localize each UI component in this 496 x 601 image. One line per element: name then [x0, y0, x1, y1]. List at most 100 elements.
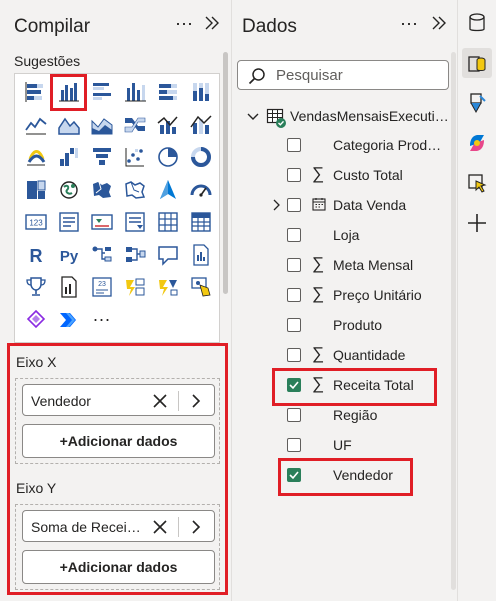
- kpi-icon: [90, 214, 113, 230]
- collapse-pane-icon[interactable]: [430, 14, 448, 32]
- visual-option-table-visual[interactable]: [151, 206, 184, 239]
- field-name: Data Venda: [333, 197, 407, 213]
- field-row[interactable]: Loja: [232, 221, 452, 251]
- visual-option-matrix-visual[interactable]: [184, 206, 217, 239]
- field-row[interactable]: ∑ Preço Unitário: [232, 281, 452, 311]
- collapse-pane-icon[interactable]: [203, 14, 221, 32]
- chevron-down-icon[interactable]: [246, 110, 260, 124]
- visual-option-funnel-chart[interactable]: [52, 141, 85, 174]
- visual-option-python-visual[interactable]: Py: [52, 239, 85, 272]
- visual-option-line-and-stacked-column-chart[interactable]: [184, 109, 217, 142]
- visual-option-shape-map[interactable]: [118, 174, 151, 207]
- remove-field-icon[interactable]: [152, 393, 168, 409]
- y-axis-field-pill[interactable]: Soma de Recei…: [22, 510, 215, 542]
- chevron-right-icon[interactable]: [188, 393, 204, 409]
- visual-option-stacked-bar-chart[interactable]: [19, 76, 52, 109]
- field-checkbox[interactable]: [287, 138, 301, 152]
- visual-option-stacked-column-chart[interactable]: [118, 76, 151, 109]
- visual-option-power-apps[interactable]: [151, 271, 184, 304]
- visual-option-multi-row-card[interactable]: [52, 206, 85, 239]
- visual-option-decomposition-tree[interactable]: [85, 239, 118, 272]
- visual-option-slicer[interactable]: [118, 206, 151, 239]
- visual-option-line-chart[interactable]: [19, 109, 52, 142]
- visual-option-100pct-stacked-bar-chart[interactable]: [151, 76, 184, 109]
- x-axis-field-pill[interactable]: Vendedor: [22, 384, 215, 416]
- add-pane-button[interactable]: [462, 208, 492, 238]
- visual-option-area-chart[interactable]: [52, 109, 85, 142]
- visual-option-pie-chart[interactable]: [151, 141, 184, 174]
- field-row[interactable]: Data Venda: [232, 191, 452, 221]
- table-node[interactable]: VendasMensaisExecuti…: [246, 106, 451, 128]
- visual-option-qa-visual[interactable]: [151, 239, 184, 272]
- data-pane-button[interactable]: [462, 48, 492, 78]
- field-checkbox[interactable]: [287, 438, 301, 452]
- field-row[interactable]: ∑ Custo Total: [232, 161, 452, 191]
- power-bi-side-panes: Compilar ⋯ Sugestões 123 R Py 23 ··· Eixo X …: [0, 0, 496, 601]
- visual-option-line-and-column-chart[interactable]: [151, 109, 184, 142]
- visual-option-more-visuals[interactable]: ···: [85, 304, 118, 337]
- visual-option-power-automate-chevron[interactable]: [52, 304, 85, 337]
- visual-option-filled-map[interactable]: [85, 174, 118, 207]
- field-checkbox[interactable]: [287, 408, 301, 422]
- visual-option-treemap[interactable]: [19, 174, 52, 207]
- visual-option-trophy[interactable]: [19, 271, 52, 304]
- power-apps-icon: [158, 280, 177, 297]
- visual-option-clustered-bar-chart[interactable]: [85, 76, 118, 109]
- visual-option-100pct-stacked-column-chart[interactable]: [184, 76, 217, 109]
- visual-option-column-stacked[interactable]: [85, 141, 118, 174]
- build-more-options-button[interactable]: ⋯: [175, 14, 194, 35]
- data-more-options-button[interactable]: ⋯: [400, 14, 419, 35]
- svg-text:Py: Py: [59, 248, 78, 265]
- field-checkbox[interactable]: [287, 318, 301, 332]
- chevron-right-icon[interactable]: [270, 199, 282, 211]
- y-axis-add-data-button[interactable]: +Adicionar dados: [22, 550, 215, 584]
- visual-option-clustered-column-chart[interactable]: [50, 74, 87, 111]
- database-button[interactable]: [462, 8, 492, 38]
- field-checkbox[interactable]: [287, 348, 301, 362]
- select-button[interactable]: [462, 168, 492, 198]
- field-checkbox[interactable]: [287, 198, 301, 212]
- visual-option-stacked-area-chart[interactable]: [85, 109, 118, 142]
- visual-option-report-page[interactable]: [52, 271, 85, 304]
- field-checkbox[interactable]: [287, 168, 301, 182]
- format-button[interactable]: [462, 88, 492, 118]
- field-checkbox[interactable]: [287, 258, 301, 272]
- chevron-right-icon[interactable]: [188, 519, 204, 535]
- copilot-button[interactable]: [462, 128, 492, 158]
- visual-option-donut-chart[interactable]: [184, 141, 217, 174]
- field-name: Categoria Prod…: [333, 137, 442, 153]
- visual-option-card[interactable]: 123: [19, 206, 52, 239]
- field-row[interactable]: Produto: [232, 311, 452, 341]
- search-box[interactable]: [237, 60, 449, 90]
- visual-option-waterfall-chart[interactable]: [19, 141, 52, 174]
- field-checkbox[interactable]: [287, 228, 301, 242]
- visual-option-globe-map[interactable]: [52, 174, 85, 207]
- visual-option-ribbon-chart[interactable]: [118, 109, 151, 142]
- field-row[interactable]: UF: [232, 431, 452, 461]
- visual-option-kpi[interactable]: [85, 206, 118, 239]
- 100pct-stacked-column-chart-icon: [192, 83, 209, 102]
- visual-option-r-script-visual[interactable]: R: [19, 239, 52, 272]
- visual-option-paginated-report[interactable]: [184, 239, 217, 272]
- visual-option-metrics[interactable]: [19, 304, 52, 337]
- search-input[interactable]: [276, 65, 441, 85]
- visual-option-key-influencers[interactable]: [118, 239, 151, 272]
- metrics-icon: [26, 309, 45, 328]
- field-row[interactable]: ∑ Quantidade: [232, 341, 452, 371]
- field-checkbox[interactable]: [287, 288, 301, 302]
- visual-option-scatter-chart[interactable]: [118, 141, 151, 174]
- remove-field-icon[interactable]: [152, 519, 168, 535]
- globe-map-icon: [59, 181, 78, 199]
- visual-option-power-automate[interactable]: [118, 271, 151, 304]
- field-row[interactable]: ∑ Meta Mensal: [232, 251, 452, 281]
- field-row[interactable]: Categoria Prod…: [232, 131, 452, 161]
- visual-option-smart-narrative[interactable]: 23: [85, 271, 118, 304]
- visual-option-azure-map[interactable]: [151, 174, 184, 207]
- build-pane-title: Compilar: [14, 16, 91, 37]
- visual-option-gauge[interactable]: [184, 174, 217, 207]
- visual-option-custom-visual[interactable]: [184, 271, 217, 304]
- table-name: VendasMensaisExecuti…: [290, 108, 449, 124]
- build-pane-scrollbar[interactable]: [223, 52, 228, 294]
- x-axis-add-data-button[interactable]: +Adicionar dados: [22, 424, 215, 458]
- scatter-chart-icon: [125, 148, 144, 167]
